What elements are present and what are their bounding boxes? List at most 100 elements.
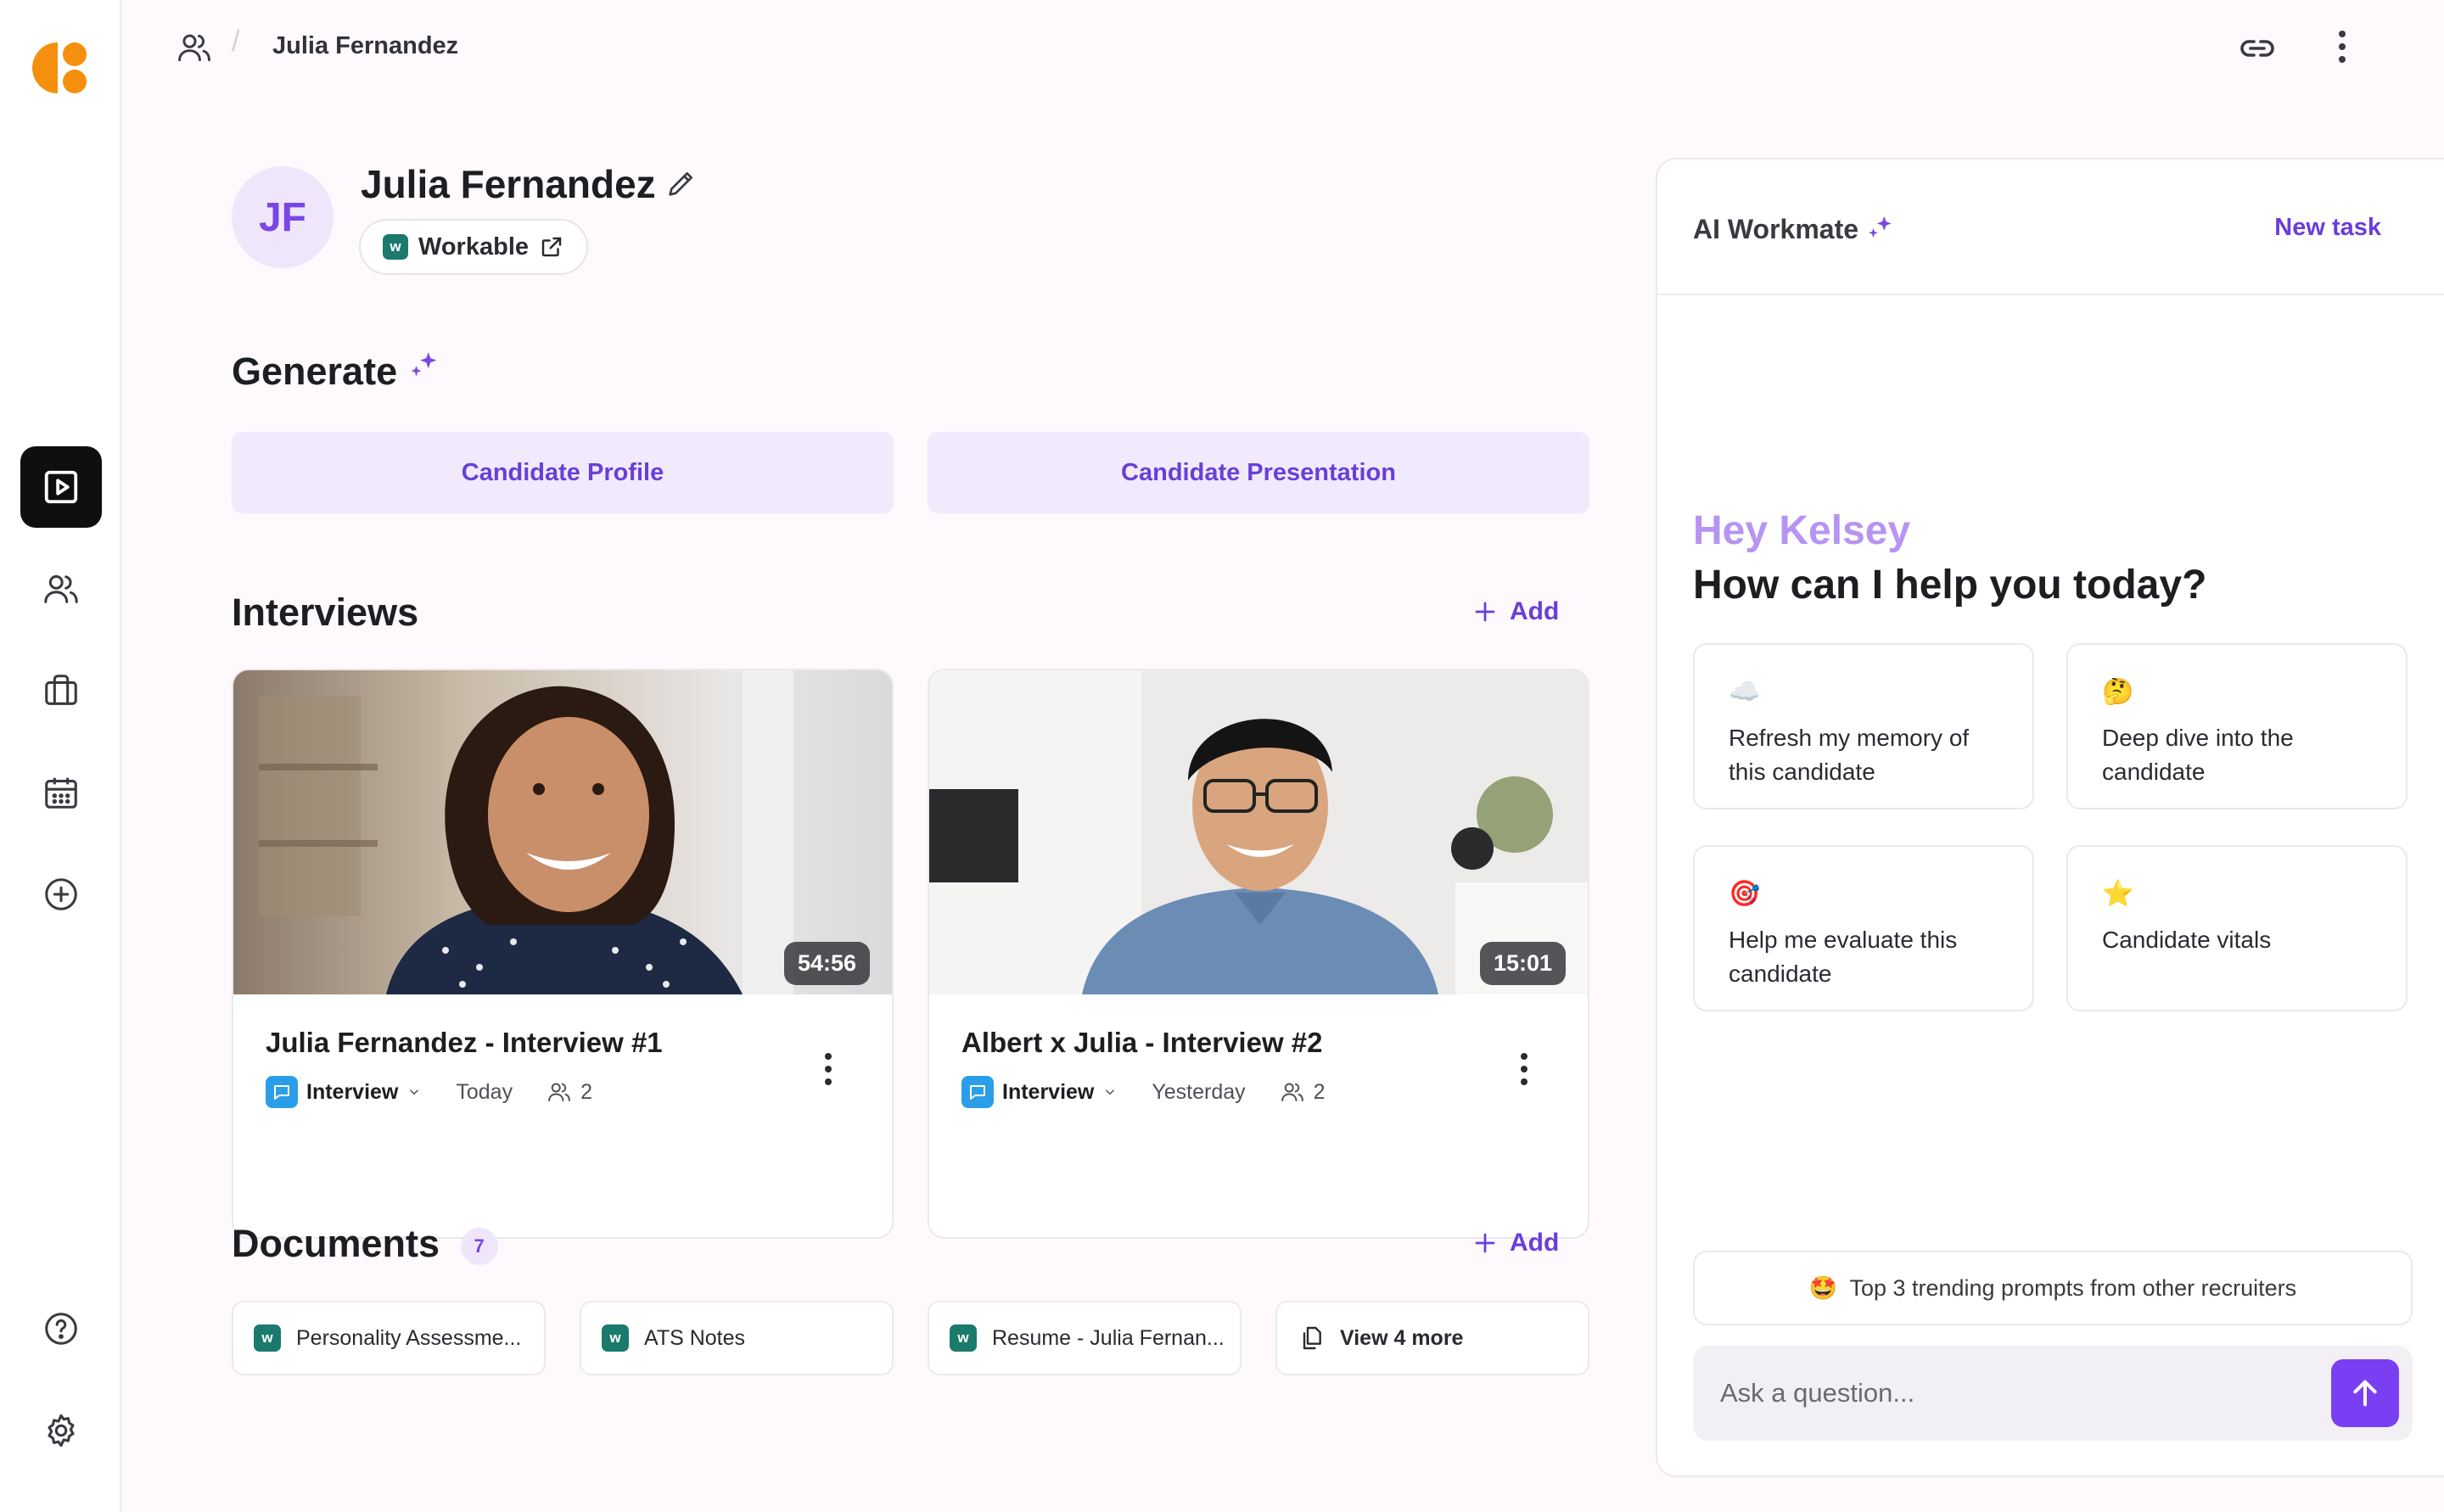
star-emoji-icon: ⭐ (2102, 880, 2134, 908)
suggestion-text: Help me evaluate this candidate (1729, 927, 1958, 987)
star-struck-emoji-icon: 🤩 (1808, 1275, 1838, 1301)
arrow-up-icon (2353, 1380, 2377, 1407)
document-name: Personality Assessme... (296, 1325, 522, 1350)
ai-panel-title-text: AI Workmate (1693, 214, 1859, 244)
send-button[interactable] (2331, 1359, 2399, 1427)
interview-card[interactable]: 54:56 Julia Fernandez - Interview #1 Int… (232, 669, 894, 1239)
nav-candidates[interactable] (20, 548, 102, 630)
ai-greeting: Hey Kelsey (1693, 508, 1911, 553)
interview-date: Yesterday (1152, 1079, 1246, 1104)
workable-logo-icon: w (950, 1324, 977, 1352)
interview-type[interactable]: Interview (306, 1080, 398, 1105)
add-document-button[interactable]: Add (1472, 1229, 1559, 1257)
nav-jobs[interactable] (20, 650, 102, 731)
documents-title-text: Documents (232, 1222, 440, 1265)
candidate-presentation-button[interactable]: Candidate Presentation (928, 432, 1589, 513)
more-vertical-icon (2339, 31, 2346, 63)
users-icon[interactable] (176, 29, 213, 66)
add-interview-button[interactable]: Add (1472, 597, 1559, 626)
ai-panel-title: AI Workmate (1693, 214, 1895, 245)
source-link[interactable]: w Workable (359, 219, 588, 275)
suggestion-text: Refresh my memory of this candidate (1729, 725, 1970, 785)
candidate-profile-button[interactable]: Candidate Profile (232, 432, 894, 513)
interview-more-button[interactable] (816, 1044, 841, 1095)
trending-prompts-button[interactable]: 🤩 Top 3 trending prompts from other recr… (1693, 1251, 2413, 1325)
avatar: JF (232, 166, 334, 268)
ask-box (1693, 1346, 2413, 1441)
chat-icon (961, 1076, 994, 1108)
nav-help[interactable] (20, 1288, 102, 1369)
document-chip[interactable]: w Resume - Julia Fernan... (928, 1301, 1242, 1375)
sparkle-icon (411, 352, 436, 377)
new-task-button[interactable]: New task (2274, 214, 2381, 242)
document-chip[interactable]: w ATS Notes (580, 1301, 894, 1375)
help-icon (45, 1313, 77, 1345)
suggestion-card[interactable]: ☁️ Refresh my memory of this candidate (1693, 643, 2034, 809)
pencil-icon[interactable] (664, 166, 698, 200)
interview-meta: Interview Yesterday 2 (961, 1076, 1326, 1108)
nav-calendar[interactable] (20, 752, 102, 833)
suggestion-card[interactable]: ⭐ Candidate vitals (2066, 845, 2408, 1011)
suggestion-card[interactable]: 🎯 Help me evaluate this candidate (1693, 845, 2034, 1011)
interview-title[interactable]: Julia Fernandez - Interview #1 (266, 1027, 663, 1059)
suggestion-card[interactable]: 🤔 Deep dive into the candidate (2066, 643, 2408, 809)
more-options-button[interactable] (2319, 24, 2365, 70)
participants-icon (1281, 1083, 1303, 1101)
more-vertical-icon (825, 1053, 832, 1085)
chevron-down-icon[interactable] (1102, 1084, 1118, 1100)
interview-thumbnail[interactable]: 54:56 (233, 670, 892, 994)
interview-more-button[interactable] (1511, 1044, 1537, 1095)
workable-logo-icon: w (383, 234, 408, 260)
documents-stack-icon (1303, 1326, 1321, 1350)
view-more-documents-button[interactable]: View 4 more (1275, 1301, 1589, 1375)
breadcrumb-separator: / (232, 25, 240, 58)
participant-count: 2 (1313, 1079, 1326, 1104)
ai-question: How can I help you today? (1693, 563, 2207, 608)
document-chip[interactable]: w Personality Assessme... (232, 1301, 546, 1375)
link-icon (2240, 40, 2274, 57)
candidate-name: Julia Fernandez (361, 162, 656, 206)
breadcrumb-current: Julia Fernandez (272, 32, 459, 59)
nav-add[interactable] (20, 854, 102, 935)
documents-count-badge: 7 (460, 1228, 498, 1266)
interview-thumbnail[interactable]: 15:01 (929, 670, 1588, 994)
generate-title: Generate (232, 350, 440, 394)
interview-title[interactable]: Albert x Julia - Interview #2 (961, 1027, 1323, 1059)
nav-recordings[interactable] (20, 446, 102, 528)
plus-circle-icon (45, 878, 77, 910)
participants-icon (548, 1083, 570, 1101)
calendar-icon (45, 777, 77, 809)
video-duration: 15:01 (1479, 942, 1566, 985)
interview-meta: Interview Today 2 (266, 1076, 592, 1108)
documents-title: Documents 7 (232, 1222, 498, 1266)
interview-type[interactable]: Interview (1002, 1080, 1094, 1105)
thinking-emoji-icon: 🤔 (2102, 678, 2134, 706)
chevron-down-icon[interactable] (406, 1084, 422, 1100)
briefcase-icon (45, 675, 77, 705)
view-more-label: View 4 more (1340, 1325, 1464, 1350)
video-duration: 54:56 (783, 942, 870, 985)
nav-settings[interactable] (20, 1390, 102, 1471)
add-interview-label: Add (1510, 597, 1560, 625)
document-name: ATS Notes (644, 1325, 746, 1350)
workable-logo-icon: w (254, 1324, 281, 1352)
generate-title-text: Generate (232, 350, 398, 393)
interview-card[interactable]: 15:01 Albert x Julia - Interview #2 Inte… (928, 669, 1589, 1239)
copy-link-button[interactable] (2234, 25, 2280, 71)
workable-logo-icon: w (602, 1324, 629, 1352)
ask-input[interactable] (1720, 1378, 2297, 1408)
play-square-icon (44, 470, 78, 504)
sparkle-icon (1869, 216, 1892, 238)
interviews-title: Interviews (232, 591, 419, 634)
participant-count: 2 (580, 1079, 592, 1104)
add-document-label: Add (1510, 1229, 1560, 1257)
interview-date: Today (456, 1079, 513, 1104)
users-icon (44, 574, 78, 603)
chat-icon (266, 1076, 298, 1108)
app-logo[interactable] (32, 39, 90, 97)
suggestion-text: Candidate vitals (2102, 927, 2272, 953)
ai-panel-header: AI Workmate New task (1657, 160, 2444, 295)
trending-prompts-label: Top 3 trending prompts from other recrui… (1849, 1274, 2297, 1301)
top-bar: / Julia Fernandez (121, 0, 2444, 95)
sidebar (0, 0, 121, 1512)
